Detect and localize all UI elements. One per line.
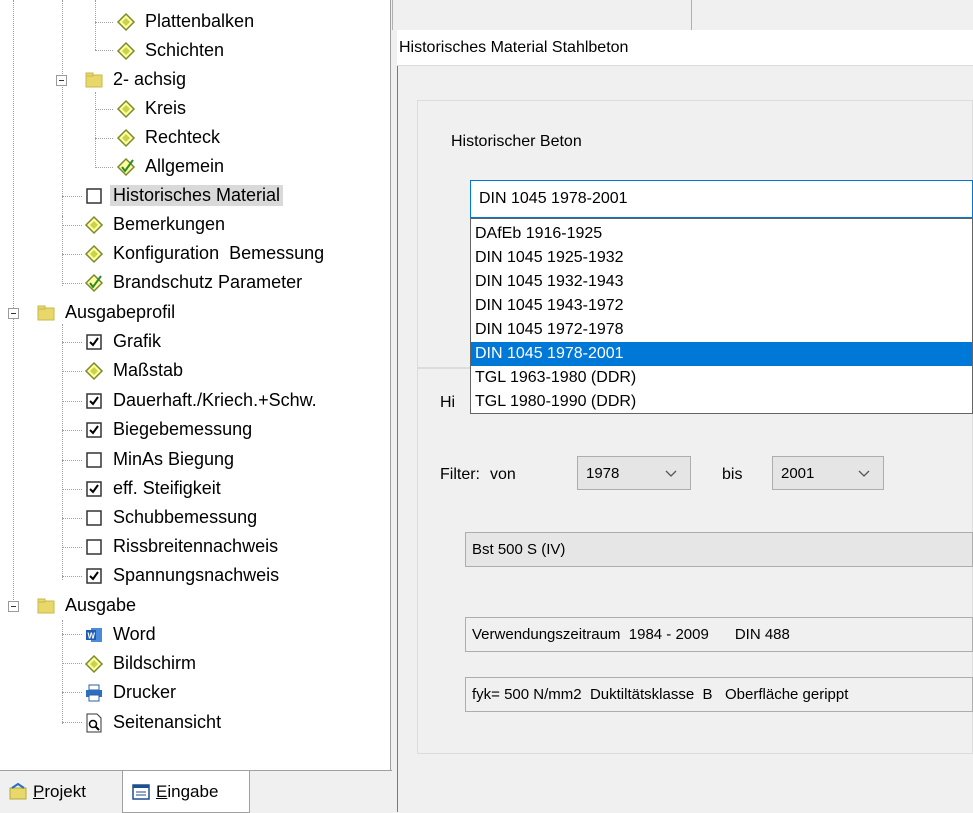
tree-item-bemerkungen[interactable]: Bemerkungen xyxy=(84,210,228,239)
steel-select[interactable]: Bst 500 S (IV) xyxy=(465,532,973,567)
steel-properties-field: fyk= 500 N/mm2 Duktiltätsklasse B Oberfl… xyxy=(465,677,973,712)
chevron-down-icon xyxy=(858,470,870,477)
tree-item-ausgabeprofil[interactable]: Ausgabeprofil xyxy=(36,298,178,327)
diamond-icon xyxy=(116,99,136,119)
tree-item-rechteck[interactable]: Rechteck xyxy=(116,123,223,152)
dropdown-option[interactable]: DIN 1045 1925-1932 xyxy=(471,246,972,270)
concrete-selected-value: DIN 1045 1978-2001 xyxy=(479,190,628,207)
checkbox-unchecked-icon[interactable] xyxy=(84,186,104,206)
checkbox-unchecked-icon[interactable] xyxy=(84,537,104,557)
input-form-icon xyxy=(131,782,151,802)
dropdown-option[interactable]: TGL 1963-1980 (DDR) xyxy=(471,366,972,390)
tree-item-schubbemessung[interactable]: Schubbemessung xyxy=(84,503,260,532)
dropdown-option[interactable]: TGL 1980-1990 (DDR) xyxy=(471,390,972,414)
filter-to-select[interactable]: 2001 xyxy=(772,456,884,490)
tree-item-minas-biegung[interactable]: MinAs Biegung xyxy=(84,445,237,474)
concrete-label: Historischer Beton xyxy=(451,133,582,150)
usage-period-field: Verwendungszeitraum 1984 - 2009 DIN 488 xyxy=(465,617,973,652)
tree-item-spannungsnachweis[interactable]: Spannungsnachweis xyxy=(84,561,282,590)
diamond-check-icon xyxy=(84,273,104,293)
word-icon: W xyxy=(84,625,104,645)
tree-item-2-achsig[interactable]: 2- achsig xyxy=(84,65,189,94)
diamond-icon xyxy=(116,12,136,32)
tree-item-konfiguration-bemessung[interactable]: Konfiguration Bemessung xyxy=(84,239,327,268)
toolbar-cell xyxy=(411,0,692,30)
tree-item-seitenansicht[interactable]: Seitenansicht xyxy=(84,708,224,737)
usage-period-text: Verwendungszeitraum 1984 - 2009 xyxy=(472,626,709,643)
tree-item-schichten[interactable]: Schichten xyxy=(116,36,227,65)
checkbox-checked-icon[interactable] xyxy=(84,332,104,352)
dropdown-option[interactable]: DIN 1045 1932-1943 xyxy=(471,270,972,294)
tree-item-bildschirm[interactable]: Bildschirm xyxy=(84,649,199,678)
tree-item-brandschutz-parameter[interactable]: Brandschutz Parameter xyxy=(84,268,305,297)
checkbox-checked-icon[interactable] xyxy=(84,420,104,440)
checkbox-checked-icon[interactable] xyxy=(84,391,104,411)
dropdown-option-selected[interactable]: DIN 1045 1978-2001 xyxy=(471,342,972,366)
concrete-select[interactable]: DIN 1045 1978-2001 xyxy=(470,180,973,218)
tree-item-biegebemessung[interactable]: Biegebemessung xyxy=(84,415,255,444)
printer-icon xyxy=(84,683,104,703)
dropdown-option[interactable]: DIN 1045 1972-1978 xyxy=(471,318,972,342)
collapse-toggle-ausgabeprofil[interactable] xyxy=(8,308,19,319)
dialog-title: Historisches Material Stahlbeton xyxy=(397,30,973,66)
top-toolbar-strip xyxy=(392,0,973,30)
filter-label: Filter: xyxy=(440,466,480,483)
dropdown-option[interactable]: DAfEb 1916-1925 xyxy=(471,222,972,246)
diamond-icon xyxy=(84,361,104,381)
tree-item-eff-steifigkeit[interactable]: eff. Steifigkeit xyxy=(84,474,224,503)
diamond-icon xyxy=(116,41,136,61)
checkbox-unchecked-icon[interactable] xyxy=(84,508,104,528)
tab-eingabe[interactable]: Eingabe xyxy=(122,771,250,813)
standard-text: DIN 488 xyxy=(734,626,790,643)
diamond-icon xyxy=(116,128,136,148)
filter-to-value: 2001 xyxy=(781,464,815,482)
tree-item-allgemein[interactable]: Allgemein xyxy=(116,152,227,181)
collapse-toggle-2-achsig[interactable] xyxy=(56,75,67,86)
tab-projekt[interactable]: Projekt xyxy=(0,771,122,813)
steel-label-partial: Hi xyxy=(440,394,456,411)
tab-projekt-label: Projekt xyxy=(33,782,86,801)
filter-from-label: von xyxy=(490,466,516,483)
folder-icon xyxy=(36,596,56,616)
tree-item-ausgabe[interactable]: Ausgabe xyxy=(36,591,139,620)
tree-panel: Plattenbalken Schichten 2- achsig Kreis … xyxy=(0,0,391,770)
dropdown-option[interactable]: DIN 1045 1943-1972 xyxy=(471,294,972,318)
diamond-icon xyxy=(84,654,104,674)
diamond-check-icon xyxy=(116,157,136,177)
tree-item-dauerhaft-kriech-schw[interactable]: Dauerhaft./Kriech.+Schw. xyxy=(84,386,320,415)
concrete-dropdown-list: DAfEb 1916-1925 DIN 1045 1925-1932 DIN 1… xyxy=(470,218,973,414)
tree-item-plattenbalken[interactable]: Plattenbalken xyxy=(116,7,257,36)
collapse-toggle-ausgabe[interactable] xyxy=(8,601,19,612)
tree-item-grafik[interactable]: Grafik xyxy=(84,327,164,356)
tree-item-massstab[interactable]: Maßstab xyxy=(84,356,186,385)
chevron-down-icon xyxy=(665,470,677,477)
folder-icon xyxy=(84,70,104,90)
checkbox-checked-icon[interactable] xyxy=(84,479,104,499)
svg-text:W: W xyxy=(88,631,96,640)
diamond-icon xyxy=(84,244,104,264)
tree-item-historisches-material[interactable]: Historisches Material xyxy=(84,181,284,210)
tree-item-kreis[interactable]: Kreis xyxy=(116,94,189,123)
filter-from-select[interactable]: 1978 xyxy=(577,456,691,490)
steel-selected-value: Bst 500 S (IV) xyxy=(472,541,566,558)
filter-from-value: 1978 xyxy=(586,464,620,482)
checkbox-checked-icon[interactable] xyxy=(84,566,104,586)
filter-to-label: bis xyxy=(722,466,743,483)
page-preview-icon xyxy=(84,713,104,733)
tab-eingabe-label: Eingabe xyxy=(156,781,219,801)
tree-item-rissbreitennachweis[interactable]: Rissbreitennachweis xyxy=(84,532,281,561)
steel-properties-text: fyk= 500 N/mm2 Duktiltätsklasse B Oberfl… xyxy=(472,686,849,703)
checkbox-unchecked-icon[interactable] xyxy=(84,450,104,470)
folder-icon xyxy=(36,303,56,323)
tree-item-drucker[interactable]: Drucker xyxy=(84,678,179,707)
tree-item-word[interactable]: W Word xyxy=(84,620,159,649)
project-icon xyxy=(8,782,28,802)
diamond-icon xyxy=(84,215,104,235)
tab-strip: Projekt Eingabe xyxy=(0,770,392,813)
